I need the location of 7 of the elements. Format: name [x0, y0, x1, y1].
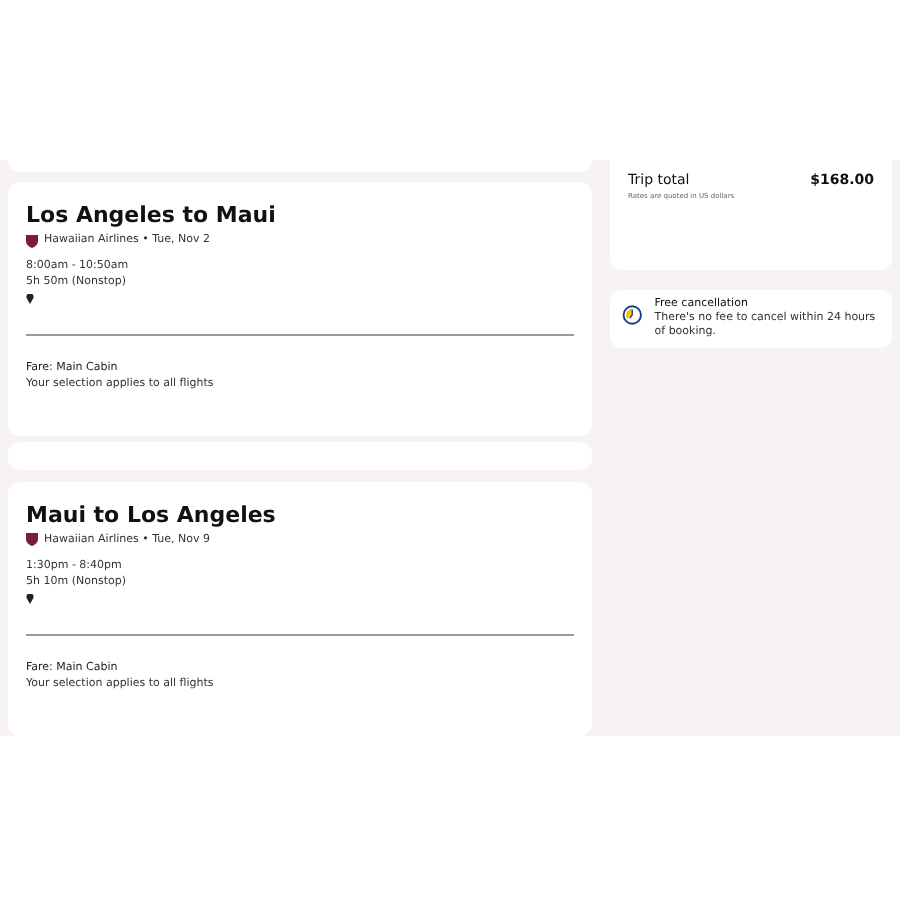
shield-icon — [26, 233, 38, 248]
pin-icon — [26, 594, 34, 604]
clock-icon — [622, 302, 643, 328]
shield-icon — [26, 532, 38, 547]
flight-title: Maui to Los Angeles — [26, 501, 278, 530]
pin-icon — [26, 294, 34, 305]
flight-title: Los Angeles to Maui — [26, 202, 278, 231]
